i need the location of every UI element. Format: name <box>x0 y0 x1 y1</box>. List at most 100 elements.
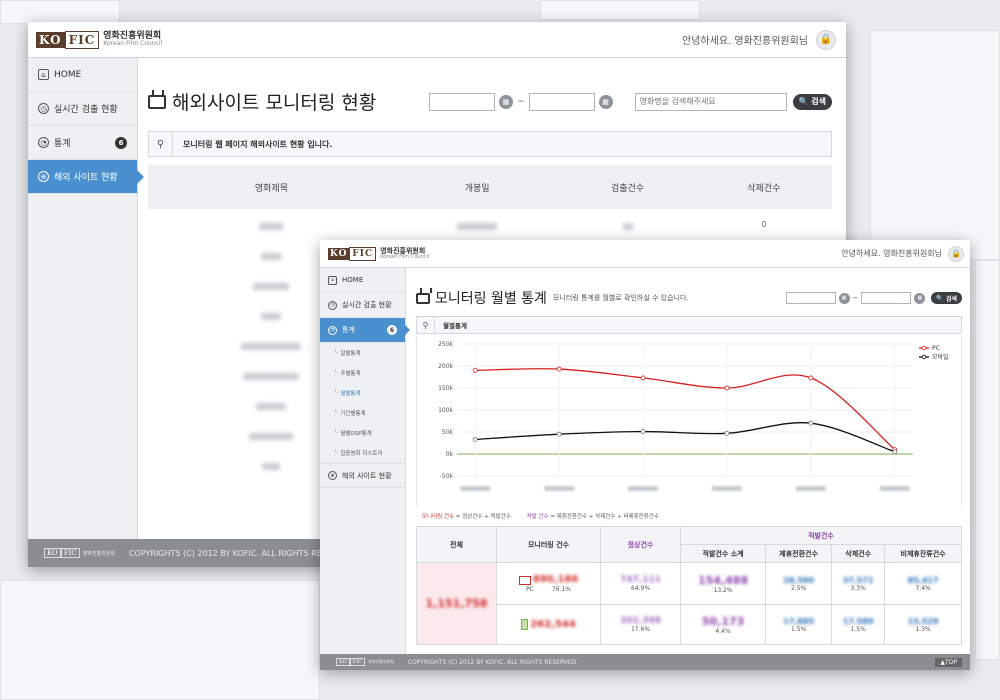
y-tick-label: 0k <box>446 451 454 458</box>
stats-badge: 6 <box>115 136 127 149</box>
tv-icon <box>416 292 430 304</box>
data-point <box>808 420 814 426</box>
sidebar-item-home[interactable]: ⌂ HOME <box>28 58 137 92</box>
footer-logo: KO FIC 영화진흥위원회 <box>336 658 394 666</box>
kofic-logo[interactable]: KO FIC 영화진흥위원회 Korean Film Council <box>328 246 429 261</box>
series-line-mobile <box>475 422 895 453</box>
data-point <box>640 429 646 434</box>
y-tick-label: 100k <box>438 407 453 414</box>
sidebar-item-realtime[interactable]: ◷ 실시간 검출 현황 <box>320 293 405 318</box>
col-deleted: 삭제건수 <box>831 544 886 563</box>
data-point <box>556 431 562 437</box>
start-date-input[interactable] <box>428 92 495 111</box>
subnav-weekly[interactable]: 주별통계 <box>320 363 405 383</box>
info-bar: ⚲ 모니터링 웹 페이지 해외사이트 현황 입니다. <box>148 131 832 157</box>
magnifier-icon: ⚲ <box>417 317 435 333</box>
stats-badge: 6 <box>387 325 397 335</box>
subnav-monthly[interactable]: 월별통계 <box>320 383 405 403</box>
y-tick-label: 50k <box>442 429 454 436</box>
subnav-focus-history[interactable]: 집중영화 히스토리 <box>320 443 405 463</box>
magnifier-icon: ⚲ <box>149 132 173 156</box>
top-button[interactable]: ▲TOP <box>935 657 962 667</box>
top-bar: KO FIC 영화진흥위원회 Korean Film Council 안녕하세요.… <box>28 22 846 58</box>
x-tick-label <box>795 486 826 491</box>
calendar-icon[interactable]: ▦ <box>598 94 613 109</box>
subnav-monthly-osp[interactable]: 월별OSP통계 <box>320 423 405 443</box>
greeting-text: 안녕하세요. 영화진흥위원회님 <box>841 249 942 258</box>
search-button[interactable]: 🔍 검색 <box>931 292 962 304</box>
legend-label: PC <box>932 345 940 352</box>
col-detect: 적발건수 <box>680 526 962 545</box>
logo-name-en: Korean Film Council <box>103 40 163 47</box>
sidebar-item-overseas[interactable]: ⊕ 해외 사이트 현황 <box>28 160 144 194</box>
end-date-input[interactable] <box>861 292 912 304</box>
calendar-icon[interactable]: ▦ <box>498 94 513 109</box>
x-tick-label <box>879 486 910 491</box>
col-delete-count: 삭제건수 <box>695 165 832 209</box>
col-detect-sum: 적발건수 소계 <box>679 544 767 563</box>
legend-marker <box>921 354 927 360</box>
data-point <box>724 385 730 391</box>
col-normal: 정상건수 <box>600 526 681 563</box>
calendar-icon[interactable]: ▦ <box>914 292 926 304</box>
copyright-text: COPYRIGHTS (C) 2012 BY KOFIC. ALL RIGHTS… <box>407 658 579 666</box>
data-point <box>472 368 478 373</box>
monthly-line-chart: 250k 200k 150k 100k 50k 0k -50k PC모바일 <box>416 336 962 506</box>
page-title: 모니터링 월별 통계 <box>435 291 547 307</box>
globe-icon: ⊕ <box>38 171 49 182</box>
x-tick-label <box>628 486 659 491</box>
background-panel <box>540 0 700 20</box>
y-tick-label: 250k <box>438 341 453 348</box>
kofic-logo[interactable]: KO FIC 영화진흥위원회 Korean Film Council <box>36 30 163 49</box>
info-text: 월별통계 <box>443 322 467 330</box>
logout-lock-icon[interactable]: 🔒 <box>816 29 836 50</box>
background-panel <box>0 580 320 700</box>
data-point <box>556 366 562 372</box>
data-point <box>724 430 730 436</box>
formula-notes: 모니터링 건수 = 정상건수 + 적발건수 적발 건수 = 제휴전환건수 + 삭… <box>422 514 659 520</box>
sidebar: ⌂ HOME ◷ 실시간 검출 현황 ◔ 통계 6 ⊕ 해외 사이트 현황 <box>28 58 144 539</box>
logout-lock-icon[interactable]: 🔒 <box>948 245 964 262</box>
series-line-pc <box>475 368 896 451</box>
mobile-icon <box>521 619 529 631</box>
y-tick-label: -50k <box>440 473 454 480</box>
top-bar: KO FIC 영화진흥위원회 Korean Film Council 안녕하세요.… <box>320 240 970 268</box>
main-content: 모니터링 월별 통계 모니터링 통계를 월별로 확인하실 수 있습니다. ▦ ~… <box>416 268 962 654</box>
background-panel <box>975 260 1000 660</box>
col-release-date: 개봉일 <box>394 165 560 209</box>
data-point <box>892 449 898 455</box>
end-date-input[interactable] <box>528 92 595 111</box>
col-remaining: 비제휴잔류건수 <box>884 544 962 563</box>
home-icon: ⌂ <box>38 69 49 80</box>
pc-monitor-icon <box>518 575 531 585</box>
sidebar-item-realtime[interactable]: ◷ 실시간 검출 현황 <box>28 92 137 126</box>
pie-chart-icon: ◔ <box>328 325 337 335</box>
table-row-mobile[interactable]: 262,544 202,398 17.6% 50,173 4.4% 17,885 1.… <box>417 604 962 645</box>
background-panel <box>870 30 1000 260</box>
start-date-input[interactable] <box>785 292 836 304</box>
search-button[interactable]: 🔍 검색 <box>792 93 832 110</box>
sidebar-item-stats[interactable]: ◔ 통계 6 <box>28 126 137 160</box>
subnav-period[interactable]: 기간별통계 <box>320 403 405 423</box>
sidebar-item-overseas[interactable]: ⊕ 해외 사이트 현황 <box>320 463 405 488</box>
clock-icon: ◷ <box>38 103 49 114</box>
monthly-stats-window: KO FIC 영화진흥위원회 Korean Film Council 안녕하세요.… <box>320 240 970 670</box>
background-panel <box>0 0 120 24</box>
sidebar-item-stats[interactable]: ◔ 통계 6 <box>320 318 410 343</box>
sidebar-item-home[interactable]: ⌂ HOME <box>320 268 405 293</box>
data-point <box>640 375 646 381</box>
data-point <box>472 437 478 442</box>
x-tick-label <box>711 486 742 491</box>
sidebar: ⌂ HOME ◷ 실시간 검출 현황 ◔ 통계 6 일별통계 주별통계 월별통계… <box>320 268 410 654</box>
y-tick-label: 200k <box>438 363 453 370</box>
search-area: ▦ ~ ▦ 🔍 검색 <box>428 92 832 111</box>
table-row[interactable]: 0 <box>148 209 832 239</box>
table-row-pc[interactable]: 1,151,758 890,186 PC 76.1% 747,111 64.9% 1… <box>416 562 962 645</box>
movie-search-input[interactable] <box>634 92 787 111</box>
footer-logo: KO FIC 영화진흥위원회 <box>44 548 115 558</box>
legend-label: 모바일 <box>932 353 949 361</box>
subnav-daily[interactable]: 일별통계 <box>320 343 405 363</box>
calendar-icon[interactable]: ▦ <box>838 292 850 304</box>
col-monitor: 모니터링 건수 <box>496 526 601 563</box>
x-tick-label <box>544 486 575 491</box>
